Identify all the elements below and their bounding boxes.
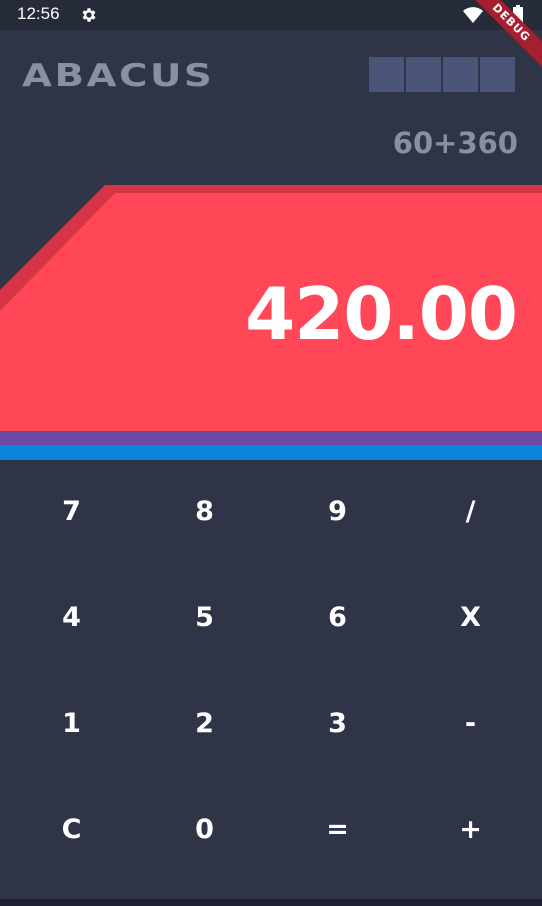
keypad: 7 8 9 / 4 5 6 X 1 2 3 - C 0 = +: [5, 458, 537, 882]
key-4[interactable]: 4: [5, 564, 138, 670]
key-8[interactable]: 8: [138, 458, 271, 564]
key-1[interactable]: 1: [5, 670, 138, 776]
key-9[interactable]: 9: [271, 458, 404, 564]
status-time: 12:56: [17, 4, 60, 23]
app-logo: ABACUS: [22, 58, 215, 94]
expression-display: 60+360: [392, 126, 518, 160]
key-5[interactable]: 5: [138, 564, 271, 670]
key-clear[interactable]: C: [5, 776, 138, 882]
key-add[interactable]: +: [404, 776, 537, 882]
key-3[interactable]: 3: [271, 670, 404, 776]
history-slot[interactable]: [406, 57, 441, 92]
key-7[interactable]: 7: [5, 458, 138, 564]
status-bar: 12:56: [0, 0, 542, 30]
history-slot[interactable]: [480, 57, 515, 92]
key-divide[interactable]: /: [404, 458, 537, 564]
history-slot[interactable]: [369, 57, 404, 92]
calculator-screen: 12:56 DEBUG ABACUS 60+360 420.00 7 8 9 /: [0, 0, 542, 906]
purple-stripe: [0, 431, 542, 445]
navigation-bar: [0, 899, 542, 906]
gear-icon: [82, 8, 96, 22]
key-subtract[interactable]: -: [404, 670, 537, 776]
history-slots: [369, 57, 515, 92]
result-display: 420.00: [245, 272, 518, 356]
key-equals[interactable]: =: [271, 776, 404, 882]
key-multiply[interactable]: X: [404, 564, 537, 670]
history-slot[interactable]: [443, 57, 478, 92]
key-6[interactable]: 6: [271, 564, 404, 670]
key-0[interactable]: 0: [138, 776, 271, 882]
wifi-icon: [463, 7, 483, 23]
key-2[interactable]: 2: [138, 670, 271, 776]
